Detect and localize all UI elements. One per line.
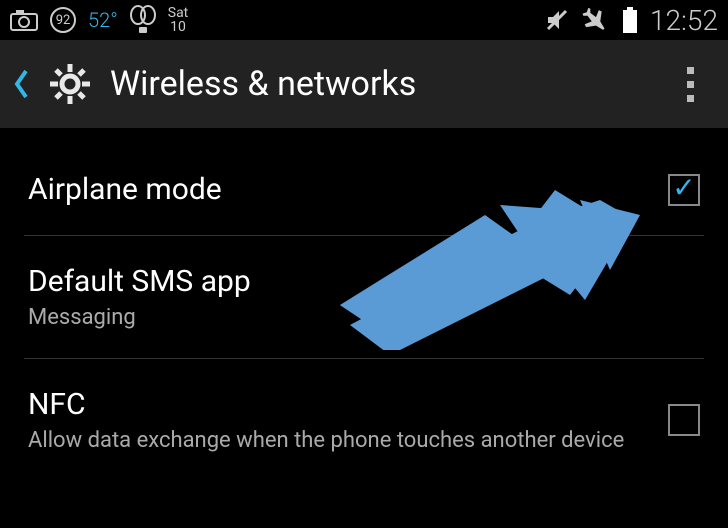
airplane-mode-checkbox[interactable]: ✓ bbox=[668, 174, 700, 206]
action-bar: Wireless & networks bbox=[0, 40, 728, 128]
status-clock: 12:52 bbox=[650, 4, 718, 37]
temperature: 52° bbox=[88, 8, 118, 32]
status-right: 12:52 bbox=[544, 4, 718, 37]
settings-gear-icon[interactable] bbox=[46, 60, 94, 108]
status-date: Sat 10 bbox=[168, 6, 189, 34]
carrier-icon bbox=[130, 5, 156, 35]
notification-badge: 92 bbox=[50, 7, 76, 33]
setting-subtitle: Messaging bbox=[28, 305, 700, 330]
page-title: Wireless & networks bbox=[110, 64, 416, 104]
camera-icon bbox=[10, 9, 38, 31]
setting-title: Default SMS app bbox=[28, 264, 700, 299]
back-icon[interactable] bbox=[14, 69, 30, 99]
setting-title: Airplane mode bbox=[28, 172, 668, 207]
mute-icon bbox=[544, 7, 570, 33]
setting-default-sms[interactable]: Default SMS app Messaging bbox=[24, 236, 704, 359]
overflow-menu-icon[interactable] bbox=[687, 67, 714, 102]
status-bar: 92 52° Sat 10 12:52 bbox=[0, 0, 728, 40]
setting-text: NFC Allow data exchange when the phone t… bbox=[28, 387, 668, 453]
setting-airplane-mode[interactable]: Airplane mode ✓ bbox=[24, 128, 704, 236]
battery-icon bbox=[622, 7, 638, 33]
status-date-num: 10 bbox=[170, 20, 186, 34]
settings-list: Airplane mode ✓ Default SMS app Messagin… bbox=[0, 128, 728, 481]
setting-title: NFC bbox=[28, 387, 668, 422]
status-date-day: Sat bbox=[168, 6, 189, 20]
setting-text: Default SMS app Messaging bbox=[28, 264, 700, 330]
setting-text: Airplane mode bbox=[28, 172, 668, 207]
setting-nfc[interactable]: NFC Allow data exchange when the phone t… bbox=[24, 359, 704, 481]
nfc-checkbox[interactable] bbox=[668, 404, 700, 436]
setting-subtitle: Allow data exchange when the phone touch… bbox=[28, 428, 668, 453]
status-left: 92 52° Sat 10 bbox=[10, 5, 188, 35]
check-icon: ✓ bbox=[672, 174, 695, 202]
airplane-icon bbox=[582, 6, 610, 34]
